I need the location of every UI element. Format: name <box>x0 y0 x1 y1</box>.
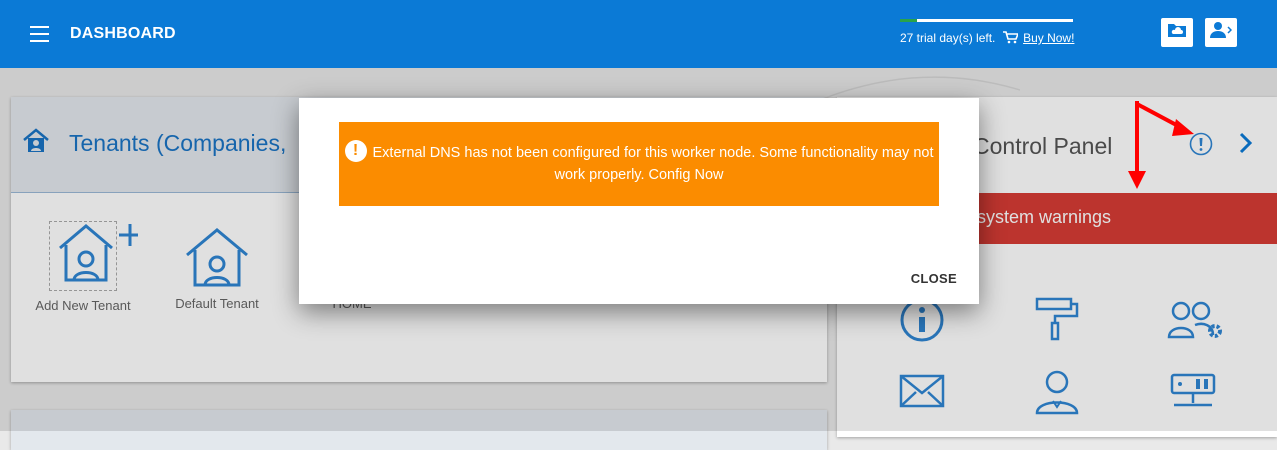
dns-warning-alert[interactable]: ! External DNS has not been configured fo… <box>339 122 939 206</box>
trial-progress-bar <box>900 19 1073 22</box>
top-bar: DASHBOARD 27 trial day(s) left. Buy Now! <box>0 0 1277 68</box>
cloud-folder-button[interactable] <box>1161 18 1193 47</box>
menu-icon[interactable] <box>30 26 49 42</box>
dns-warning-dialog: ! External DNS has not been configured fo… <box>299 98 979 304</box>
close-button[interactable]: CLOSE <box>911 271 957 286</box>
trial-info: 27 trial day(s) left. Buy Now! <box>900 31 1074 47</box>
cart-icon <box>1002 31 1019 47</box>
cloud-folder-icon <box>1167 22 1187 43</box>
user-switch-icon <box>1210 21 1233 44</box>
annotation-arrows <box>1128 101 1194 189</box>
app-title: DASHBOARD <box>70 25 176 42</box>
buy-now-link[interactable]: Buy Now! <box>1023 31 1074 45</box>
warning-icon: ! <box>344 140 367 163</box>
dns-warning-message: External DNS has not been configured for… <box>372 145 934 184</box>
user-switch-button[interactable] <box>1205 18 1237 47</box>
trial-days-text: 27 trial day(s) left. <box>900 31 996 46</box>
trial-progress-fill <box>900 19 918 22</box>
